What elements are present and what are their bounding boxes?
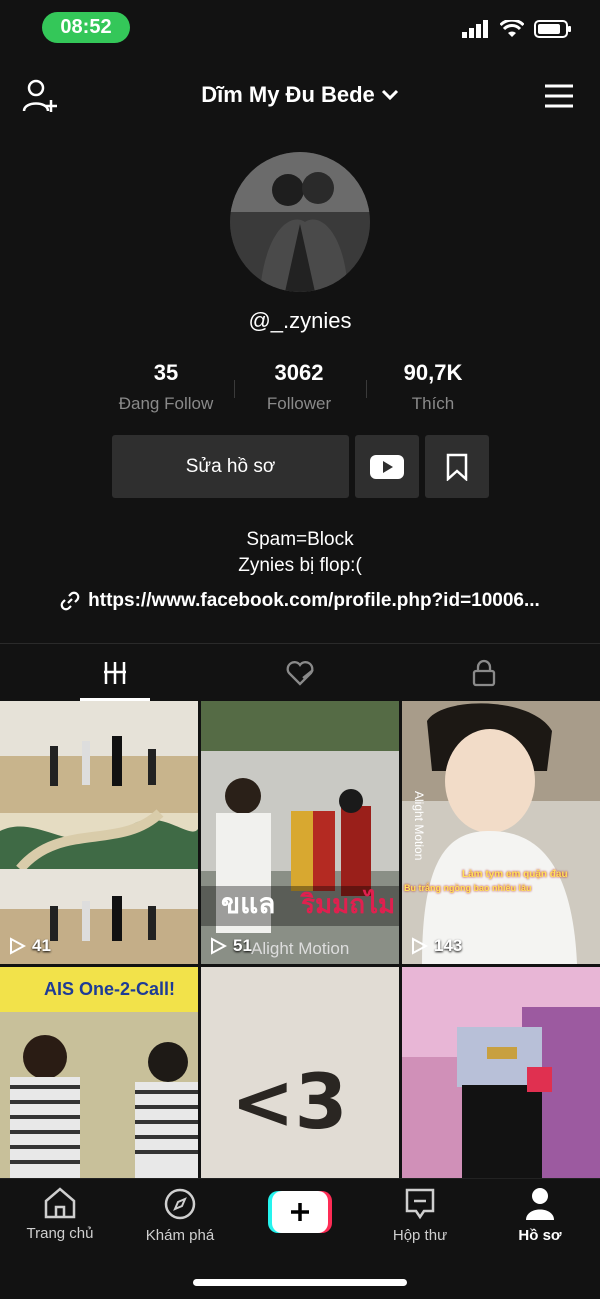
play-icon	[412, 937, 428, 955]
video-image	[402, 967, 600, 1178]
home-indicator	[193, 1279, 407, 1286]
account-switcher[interactable]: Dĩm My Đu Bede	[0, 82, 600, 108]
view-count: 41	[8, 936, 51, 956]
profile-icon	[526, 1188, 554, 1220]
favorites-button[interactable]	[425, 435, 489, 498]
wifi-icon	[500, 20, 524, 37]
account-name: Dĩm My Đu Bede	[201, 82, 375, 107]
video-caption: AIS One-2-Call!	[44, 979, 176, 999]
view-count-text: 143	[434, 936, 463, 955]
chevron-down-icon	[381, 89, 398, 101]
status-time: 08:52	[42, 12, 130, 43]
tab-private[interactable]	[384, 644, 584, 701]
profile-tabs	[0, 643, 600, 701]
bookmark-icon	[446, 453, 468, 481]
nav-label: Hộp thư	[392, 1227, 448, 1244]
video-thumbnail[interactable]: AIS One-2-Call!	[0, 967, 198, 1178]
inbox-icon	[405, 1188, 435, 1220]
hamburger-icon	[545, 84, 573, 108]
link-icon	[60, 591, 80, 611]
likes-stat[interactable]: 90,7K Thích	[353, 360, 513, 414]
username: @_.zynies	[248, 308, 352, 333]
video-thumbnail[interactable]	[402, 967, 600, 1178]
link-text: https://www.facebook.com/profile.php?id=…	[88, 590, 540, 611]
bio-link[interactable]: https://www.facebook.com/profile.php?id=…	[0, 590, 600, 612]
tab-liked[interactable]	[200, 644, 400, 701]
view-count: 143	[410, 936, 462, 956]
svg-text:ขแ​ล: ขแ​ล	[221, 887, 275, 920]
nav-profile[interactable]: Hồ sơ	[480, 1187, 600, 1244]
menu-button[interactable]	[544, 84, 574, 113]
home-icon	[44, 1187, 76, 1219]
video-caption: Bu trắng ngồng bao nhiêu lâu	[404, 883, 532, 893]
svg-text:ริมมถไม: ริมมถไม	[300, 888, 395, 920]
video-thumbnail[interactable]: 41	[0, 701, 198, 964]
plus-icon	[291, 1203, 309, 1221]
create-button-face	[272, 1191, 328, 1233]
video-caption: Làm tym em quặn đau	[462, 869, 568, 880]
nav-discover[interactable]: Khám phá	[120, 1187, 240, 1244]
handwritten-text: <3	[231, 1057, 348, 1146]
create-button[interactable]	[268, 1191, 332, 1233]
youtube-icon	[370, 454, 404, 479]
edit-profile-button[interactable]: Sửa hồ sơ	[112, 435, 349, 498]
likes-label: Thích	[411, 394, 455, 413]
bio-line: Spam=Block	[246, 529, 354, 550]
watermark-text: Alight Motion	[251, 939, 350, 958]
heart-hidden-icon	[286, 660, 314, 686]
nav-label: Khám phá	[145, 1227, 215, 1244]
video-image	[402, 701, 600, 964]
play-icon	[10, 937, 26, 955]
youtube-button[interactable]	[355, 435, 419, 498]
view-count-text: 51	[233, 936, 252, 955]
compass-icon	[164, 1188, 196, 1220]
view-count-text: 41	[32, 936, 51, 955]
view-count: 51	[209, 936, 252, 956]
lock-icon	[472, 659, 496, 686]
avatar[interactable]	[230, 152, 370, 292]
video-image: ขแ​ล ริมมถไม	[201, 701, 399, 964]
signal-icon	[462, 20, 488, 38]
nav-label: Trang chủ	[26, 1225, 94, 1242]
battery-icon	[534, 20, 571, 38]
play-icon	[211, 937, 227, 955]
video-thumbnail[interactable]: <3	[201, 967, 399, 1178]
grid-icon	[104, 661, 126, 684]
nav-label: Hồ sơ	[518, 1227, 562, 1244]
nav-inbox[interactable]: Hộp thư	[360, 1187, 480, 1244]
avatar-image	[230, 152, 370, 292]
video-thumbnail[interactable]: Alight Motion Làm tym em quặn đau Bu trắ…	[402, 701, 600, 964]
video-thumbnail[interactable]: ขแ​ล ริมมถไม Alight Motion 51	[201, 701, 399, 964]
bio-line: Zynies bị flop:(	[238, 555, 362, 576]
watermark-text: Alight Motion	[412, 791, 426, 861]
tab-videos[interactable]	[15, 644, 215, 701]
status-icons	[462, 20, 572, 38]
likes-count: 90,7K	[403, 360, 463, 385]
nav-home[interactable]: Trang chủ	[0, 1187, 120, 1242]
video-image	[0, 701, 198, 964]
